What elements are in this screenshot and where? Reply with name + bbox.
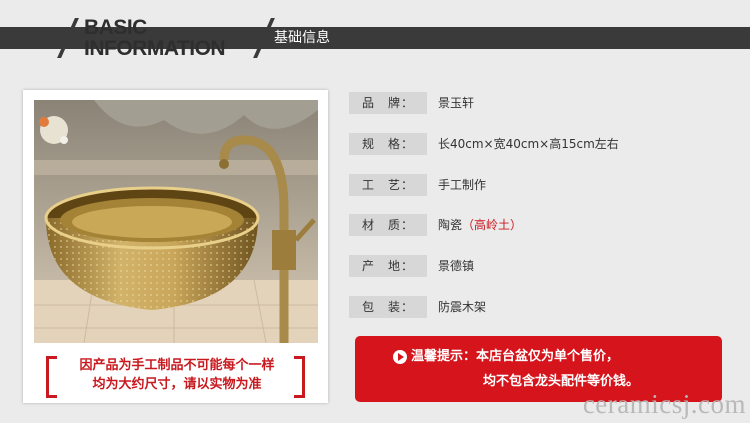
caption-bracket-left (46, 356, 57, 398)
caption-bracket-right (294, 356, 305, 398)
spec-value: 手工制作 (438, 178, 487, 192)
spec-label: 规 格： (349, 133, 427, 155)
product-caption: 因产品为手工制品不可能每个一样 均为大约尺寸，请以实物为准 (57, 356, 297, 394)
spec-label: 品 牌： (349, 92, 427, 114)
product-photo-card: 因产品为手工制品不可能每个一样 均为大约尺寸，请以实物为准 (23, 90, 328, 403)
product-caption-line2: 均为大约尺寸，请以实物为准 (92, 377, 262, 392)
spec-value-group: 陶瓷（高岭土） (438, 214, 522, 236)
spec-label: 包 装： (349, 296, 427, 318)
spec-value-highlight: （高岭土） (462, 218, 523, 232)
spec-value: 防震木架 (438, 300, 487, 314)
spec-value: 景玉轩 (438, 96, 475, 110)
basin-illustration (34, 100, 318, 343)
header-title-en-line1: BASIC (84, 16, 147, 39)
header-title-cn: 基础信息 (274, 30, 330, 46)
play-arrow-icon (393, 350, 407, 364)
product-photo (34, 100, 318, 343)
spec-label: 材 质： (349, 214, 427, 236)
watermark: ceramicsj.com (582, 389, 746, 419)
header-title-en-line2: INFORMATION (84, 37, 226, 60)
spec-label: 产 地： (349, 255, 427, 277)
spec-value: 陶瓷 (438, 218, 463, 232)
spec-value: 景德镇 (438, 259, 475, 273)
product-caption-line1: 因产品为手工制品不可能每个一样 (79, 358, 275, 373)
spec-label: 工 艺： (349, 174, 427, 196)
header-title-en: BASIC INFORMATION (84, 16, 226, 60)
notice-line1: 温馨提示：本店台盆仅为单个售价， (411, 349, 620, 364)
spec-value: 长40cm×宽40cm×高15cm左右 (438, 137, 619, 151)
